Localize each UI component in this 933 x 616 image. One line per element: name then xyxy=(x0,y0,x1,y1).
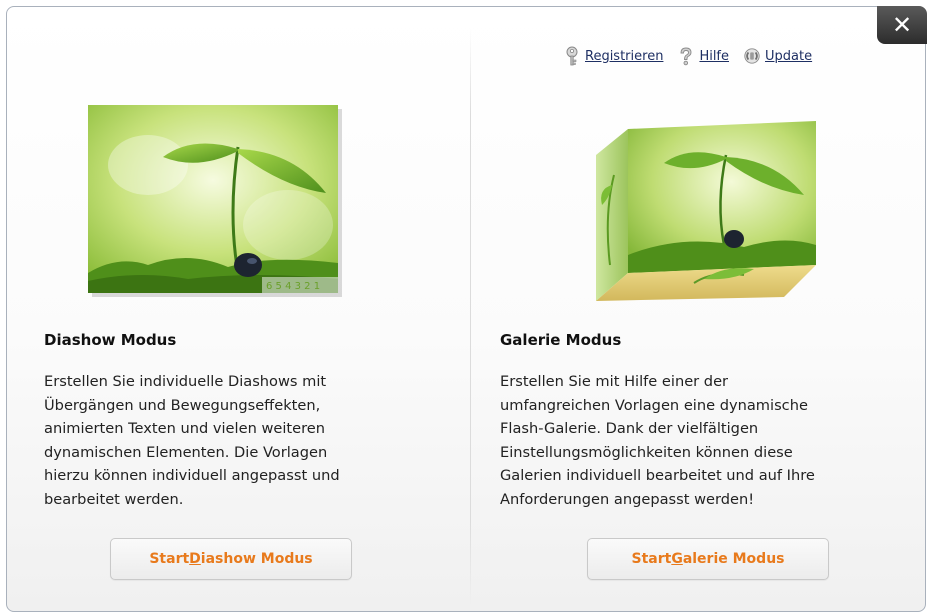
update-icon xyxy=(744,48,760,64)
close-button[interactable]: ✕ xyxy=(877,6,927,44)
start-diashow-label-mnemonic: D xyxy=(189,551,201,567)
help-link-label: Hilfe xyxy=(699,48,730,64)
start-diashow-button[interactable]: Start Diashow Modus xyxy=(110,538,352,580)
galerie-preview-image xyxy=(584,115,834,305)
start-galerie-label-rest: alerie Modus xyxy=(682,551,785,567)
start-diashow-label-rest: iashow Modus xyxy=(200,551,313,567)
help-link[interactable]: Hilfe xyxy=(677,46,729,66)
top-links: Registrieren Hilfe Update xyxy=(563,44,812,68)
galerie-title: Galerie Modus xyxy=(500,331,622,349)
slide-counter: 6 5 4 3 2 1 xyxy=(266,281,320,292)
start-galerie-button[interactable]: Start Galerie Modus xyxy=(587,538,829,580)
panel-divider xyxy=(470,28,471,608)
diashow-preview-image: 6 5 4 3 2 1 xyxy=(88,105,346,301)
diashow-description: Erstellen Sie individuelle Diashows mit … xyxy=(44,373,340,508)
start-galerie-label-mnemonic: G xyxy=(671,551,683,567)
dialog-window xyxy=(6,6,926,612)
galerie-description: Erstellen Sie mit Hilfe einer der umfang… xyxy=(500,373,815,508)
galerie-cube-art xyxy=(596,121,816,301)
close-icon: ✕ xyxy=(891,11,913,39)
start-galerie-label-prefix: Start xyxy=(631,551,672,567)
register-link-label: Registrieren xyxy=(585,48,664,64)
diashow-title: Diashow Modus xyxy=(44,331,177,349)
register-link[interactable]: Registrieren xyxy=(563,46,663,66)
diashow-image-art: 6 5 4 3 2 1 xyxy=(88,105,342,297)
start-diashow-label-prefix: Start xyxy=(149,551,190,567)
update-link-label: Update xyxy=(765,48,813,64)
key-icon xyxy=(566,46,578,66)
help-icon xyxy=(680,47,692,66)
update-link[interactable]: Update xyxy=(743,46,812,66)
